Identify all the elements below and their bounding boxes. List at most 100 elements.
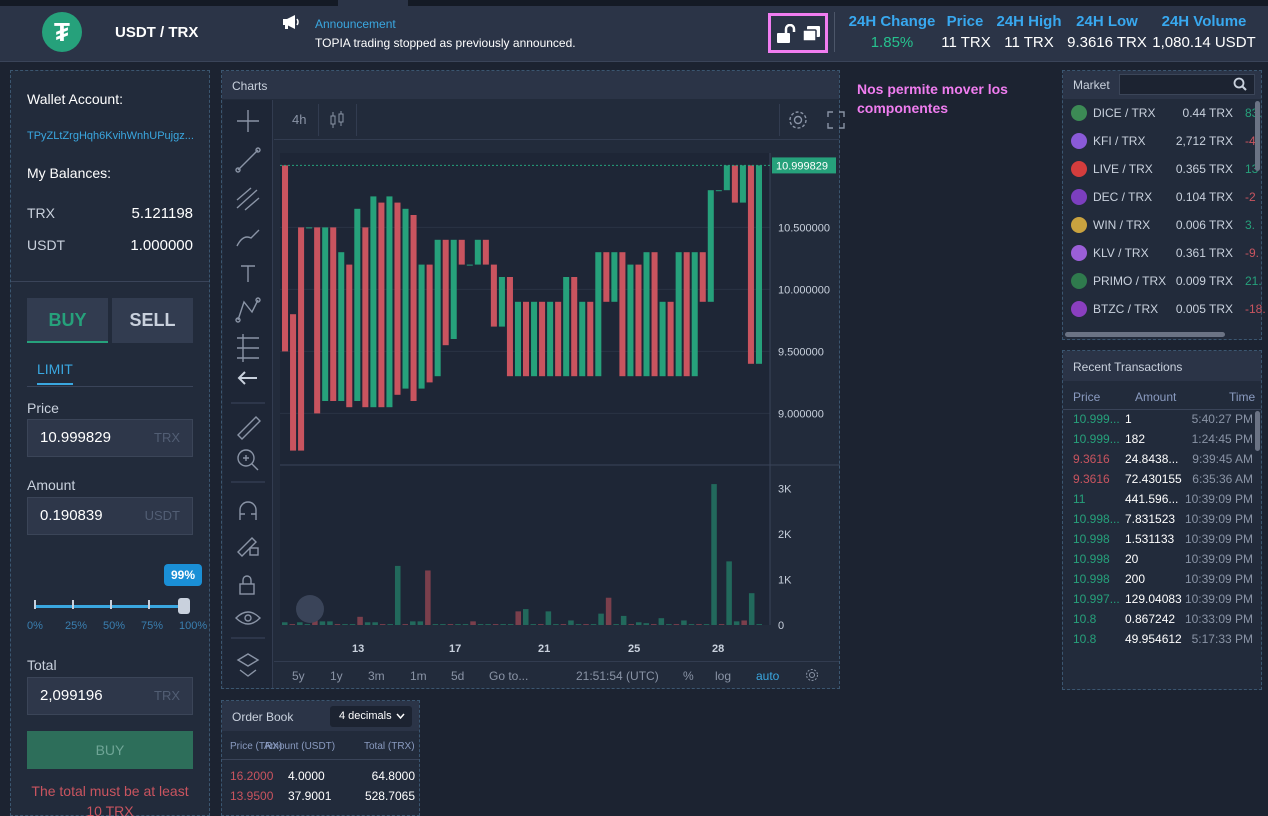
market-title: Market	[1073, 78, 1110, 92]
decimals-select[interactable]: 4 decimals	[330, 706, 412, 727]
candle	[298, 227, 305, 451]
wallet-address[interactable]: TPyZLtZrgHqh6KvihWnhUPujgz...	[27, 130, 194, 142]
auto-toggle[interactable]: auto	[756, 669, 779, 683]
volume-bar	[372, 622, 378, 625]
amount-input[interactable]: 0.190839 USDT	[27, 497, 193, 535]
stat-value-volume: 1,080.14 USDT	[1152, 34, 1256, 51]
balance-amount-usdt: 1.000000	[130, 237, 193, 254]
range-3m[interactable]: 3m	[368, 669, 385, 683]
range-5d[interactable]: 5d	[451, 669, 464, 683]
candle	[675, 252, 682, 377]
toolbar-divider	[779, 104, 780, 136]
market-row[interactable]: DEC / TRX 0.104 TRX -2	[1071, 183, 1261, 211]
transaction-row[interactable]: 10.998... 7.831523 10:39:09 PM	[1073, 512, 1253, 532]
market-row[interactable]: WIN / TRX 0.006 TRX 3.	[1071, 211, 1261, 239]
chart-area	[280, 153, 770, 625]
candle	[482, 239, 489, 265]
volume-bar	[515, 611, 521, 625]
candle	[635, 264, 642, 377]
transaction-row[interactable]: 10.8 0.867242 10:33:09 PM	[1073, 612, 1253, 632]
measure-icon	[237, 334, 259, 362]
market-row[interactable]: PRIMO / TRX 0.009 TRX 21.	[1071, 267, 1262, 295]
volume-tick: 1K	[778, 575, 792, 587]
market-price: 2,712 TRX	[1175, 134, 1233, 148]
range-1y[interactable]: 1y	[330, 669, 343, 683]
market-row[interactable]: BTZC / TRX 0.005 TRX -18.	[1071, 295, 1266, 323]
trendline-icon	[235, 147, 261, 173]
transaction-row[interactable]: 10.998 20 10:39:09 PM	[1073, 552, 1253, 572]
candle	[723, 165, 730, 191]
ob-price: 13.9500	[230, 789, 274, 803]
price-chart[interactable]: 10.999829 10.500000 10.000000 9.500000 9.000…	[280, 153, 840, 663]
windows-icon[interactable]	[801, 24, 823, 44]
sell-tab[interactable]: SELL	[112, 298, 193, 343]
buy-tab[interactable]: BUY	[27, 298, 108, 343]
transaction-row[interactable]: 10.998 1.531133 10:39:09 PM	[1073, 532, 1253, 552]
transaction-row[interactable]: 10.999... 182 1:24:45 PM	[1073, 432, 1253, 452]
range-5y[interactable]: 5y	[292, 669, 305, 683]
tx-amount: 182	[1125, 432, 1146, 446]
market-vscrollbar[interactable]	[1255, 101, 1260, 171]
slider-mark[interactable]: 75%	[141, 620, 163, 632]
fullscreen-icon[interactable]	[826, 110, 846, 130]
chart-header[interactable]: Charts	[222, 71, 839, 99]
orderbook-row[interactable]: 13.9500 37.9001 528.7065	[230, 789, 415, 809]
slider-mark[interactable]: 25%	[65, 620, 87, 632]
slider-mark[interactable]: 50%	[103, 620, 125, 632]
candle	[595, 252, 602, 377]
order-book-panel: Order Book 4 decimals Price (TRX) Amount…	[221, 700, 420, 816]
transaction-row[interactable]: 10.998 200 10:39:09 PM	[1073, 572, 1253, 592]
ob-price: 16.2000	[230, 769, 274, 783]
volume-bar	[432, 624, 439, 625]
slider-handle[interactable]	[178, 598, 190, 614]
transaction-row[interactable]: 10.999... 1 5:40:27 PM	[1073, 412, 1253, 432]
price-tick: 10.500000	[778, 222, 830, 234]
market-price: 0.44 TRX	[1182, 106, 1233, 120]
settings-gear-icon[interactable]	[788, 110, 808, 130]
transaction-row[interactable]: 10.997... 129.04083 10:39:09 PM	[1073, 592, 1253, 612]
market-price: 0.005 TRX	[1175, 302, 1233, 316]
market-hscrollbar[interactable]	[1065, 332, 1225, 337]
transaction-row[interactable]: 9.3616 72.430155 6:35:36 AM	[1073, 472, 1253, 492]
tx-price: 10.998...	[1073, 512, 1120, 526]
announcement-text[interactable]: TOPIA trading stopped as previously anno…	[315, 36, 576, 50]
price-input[interactable]: 10.999829 TRX	[27, 419, 193, 457]
stat-label-high: 24H High	[996, 13, 1062, 30]
recent-scrollbar[interactable]	[1255, 411, 1260, 451]
interval-selector[interactable]: 4h	[292, 112, 306, 127]
footer-gear-icon[interactable]	[805, 668, 819, 682]
total-input[interactable]: 2,099196 TRX	[27, 677, 193, 715]
volume-bar	[289, 624, 296, 625]
balance-asset-trx: TRX	[27, 205, 55, 221]
transaction-row[interactable]: 9.3616 24.8438... 9:39:45 AM	[1073, 452, 1253, 472]
market-row[interactable]: LIVE / TRX 0.365 TRX 13	[1071, 155, 1261, 183]
candle	[386, 196, 393, 408]
transaction-row[interactable]: 10.8 49.954612 5:17:33 PM	[1073, 632, 1253, 652]
transaction-row[interactable]: 11 441.596... 10:39:09 PM	[1073, 492, 1253, 512]
goto-date[interactable]: Go to...	[489, 669, 528, 683]
limit-tab[interactable]: LIMIT	[37, 361, 73, 385]
candle	[346, 264, 353, 408]
market-row[interactable]: KFI / TRX 2,712 TRX -4.	[1071, 127, 1261, 155]
volume-bar	[364, 622, 371, 625]
submit-buy-button[interactable]: BUY	[27, 731, 193, 769]
orderbook-row[interactable]: 16.2000 4.0000 64.8000	[230, 769, 415, 789]
unlock-icon[interactable]	[775, 24, 797, 44]
range-1m[interactable]: 1m	[410, 669, 427, 683]
candles-icon[interactable]	[328, 110, 346, 130]
slider-mark[interactable]: 100%	[179, 620, 207, 632]
market-row[interactable]: KLV / TRX 0.361 TRX -9.	[1071, 239, 1261, 267]
percent-toggle[interactable]: %	[683, 669, 694, 683]
announcement-title[interactable]: Announcement	[315, 17, 396, 31]
market-change: 3.	[1245, 218, 1256, 232]
chart-footer: 5y 1y 3m 1m 5d Go to... 21:51:54 (UTC) %…	[274, 661, 839, 688]
volume-bar	[553, 624, 559, 625]
log-toggle[interactable]: log	[715, 669, 731, 683]
market-row[interactable]: DICE / TRX 0.44 TRX 83.	[1071, 99, 1262, 127]
slider-mark[interactable]: 0%	[27, 620, 43, 632]
eye-icon	[235, 611, 261, 625]
search-icon[interactable]	[1233, 77, 1247, 91]
volume-bar	[575, 624, 582, 625]
pair-title[interactable]: USDT / TRX	[115, 24, 198, 41]
tx-time: 9:39:45 AM	[1192, 452, 1253, 466]
